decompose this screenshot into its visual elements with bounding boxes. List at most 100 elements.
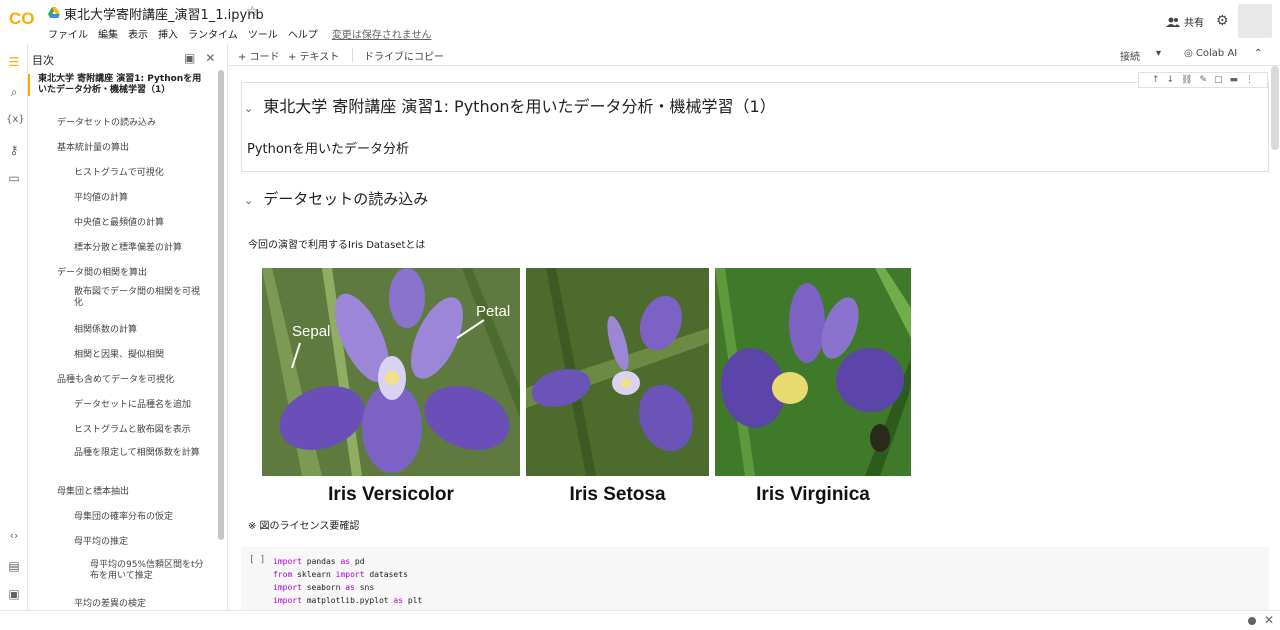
toc-item[interactable]: 基本統計量の算出 xyxy=(57,143,204,154)
move-up-icon[interactable]: ↑ xyxy=(1152,75,1160,85)
code-token: sns xyxy=(354,583,375,592)
code-token: sklearn xyxy=(292,570,336,579)
folder-icon[interactable]: ▭ xyxy=(6,170,22,186)
heading-1[interactable]: ⌄ 東北大学 寄附講座 演習1: Pythonを用いたデータ分析・機械学習（1） xyxy=(244,93,776,117)
label-versicolor: Iris Versicolor xyxy=(328,484,454,505)
colab-logo[interactable]: CO xyxy=(8,8,40,28)
code-line: import seaborn as sns xyxy=(273,581,422,594)
toc-header-actions: ▣ ✕ xyxy=(184,51,215,65)
star-icon[interactable]: ☆ xyxy=(246,4,259,20)
iris-virginica-image xyxy=(715,268,911,476)
heading-1-text: 東北大学 寄附講座 演習1: Pythonを用いたデータ分析・機械学習（1） xyxy=(263,97,776,116)
close-icon[interactable]: ✕ xyxy=(205,51,215,65)
toc-item[interactable]: 母集団の確率分布の仮定 xyxy=(74,512,204,523)
add-code-button[interactable]: + コード xyxy=(238,48,280,63)
toc-item[interactable]: 母平均の95%信頼区間をt分布を用いて推定 xyxy=(90,560,204,582)
top-bar: CO 東北大学寄附講座_演習1_1.ipynb ☆ ファイル 編集 表示 挿入 … xyxy=(0,0,1280,44)
code-keyword: as xyxy=(340,557,351,566)
mirror-icon[interactable]: ▢ xyxy=(1214,75,1223,85)
share-button[interactable]: 共有 xyxy=(1166,14,1204,29)
run-cell-button[interactable]: [ ] xyxy=(249,555,265,565)
heading-2[interactable]: ⌄ データセットの読み込み xyxy=(244,188,428,209)
code-token: pandas xyxy=(301,557,341,566)
code-keyword: import xyxy=(335,570,365,579)
avatar[interactable] xyxy=(1238,4,1272,38)
toc-item[interactable]: 平均値の計算 xyxy=(74,193,204,204)
close-icon[interactable]: ✕ xyxy=(1264,613,1274,627)
command-palette-icon[interactable]: ▤ xyxy=(6,558,22,574)
variables-icon[interactable]: {x} xyxy=(6,112,25,128)
code-keyword: from xyxy=(273,570,293,579)
code-snippets-icon[interactable]: ‹› xyxy=(6,528,22,544)
menu-file[interactable]: ファイル xyxy=(48,26,88,41)
toc-item[interactable]: 相関と因果、擬似相関 xyxy=(74,350,204,361)
sparkle-icon: ◎ xyxy=(1184,48,1196,59)
toc-item[interactable]: ヒストグラムで可視化 xyxy=(74,168,204,179)
collapse-header-icon[interactable]: ⌃ xyxy=(1254,48,1262,59)
colab-ai-button[interactable]: ◎ Colab AI xyxy=(1184,48,1237,59)
toc-item[interactable]: 母集団と標本抽出 xyxy=(57,487,204,498)
toc-item[interactable]: データセットに品種名を追加 xyxy=(74,400,204,411)
copy-to-drive-button[interactable]: ドライブにコピー xyxy=(364,48,444,63)
code-keyword: as xyxy=(393,596,404,605)
code-token: pd xyxy=(350,557,365,566)
connect-dropdown-icon[interactable]: ▾ xyxy=(1156,48,1161,59)
share-label: 共有 xyxy=(1184,18,1204,29)
toc-item[interactable]: データセットの読み込み xyxy=(57,118,204,129)
subheading: Pythonを用いたデータ分析 xyxy=(247,142,410,157)
toc-item[interactable]: 散布図でデータ間の相関を可視化 xyxy=(74,287,204,309)
key-icon[interactable]: ⚷ xyxy=(6,142,22,158)
toc-icon[interactable]: ☰ xyxy=(6,54,22,70)
menu-tools[interactable]: ツール xyxy=(248,26,278,41)
code-line: import matplotlib.pyplot as plt xyxy=(273,594,422,607)
toc-item[interactable]: データ間の相関を算出 xyxy=(57,268,204,279)
open-tab-icon[interactable]: ▣ xyxy=(184,51,195,65)
colab-ai-label: Colab AI xyxy=(1195,48,1238,59)
toc-item[interactable]: 中央値と最頻値の計算 xyxy=(74,218,204,229)
sepal-label: Sepal xyxy=(292,323,330,340)
code-editor[interactable]: import pandas as pd from sklearn import d… xyxy=(273,555,422,607)
toc-item[interactable]: 母平均の推定 xyxy=(74,537,204,548)
code-cell[interactable]: [ ] import pandas as pd from sklearn impo… xyxy=(241,547,1269,613)
code-keyword: import xyxy=(273,557,302,566)
edit-icon[interactable]: ✎ xyxy=(1199,75,1207,85)
menu-insert[interactable]: 挿入 xyxy=(158,26,178,41)
menu-help[interactable]: ヘルプ xyxy=(288,26,318,41)
search-icon[interactable]: ⌕ xyxy=(6,84,22,100)
delete-icon[interactable]: ▬ xyxy=(1230,75,1239,85)
cell-toolbar: ↑ ↓ ⛓ ✎ ▢ ▬ ⋮ xyxy=(1138,72,1268,88)
toc-scrollbar[interactable] xyxy=(218,70,224,540)
toc-item[interactable]: 品種を限定して相関係数を計算 xyxy=(74,448,204,459)
more-icon[interactable]: ⋮ xyxy=(1245,75,1254,85)
collapse-chevron-icon[interactable]: ⌄ xyxy=(244,194,253,207)
connect-button[interactable]: 接続 xyxy=(1120,48,1140,63)
move-down-icon[interactable]: ↓ xyxy=(1166,75,1174,85)
toc-item[interactable]: ヒストグラムと散布図を表示 xyxy=(74,425,204,436)
code-keyword: import xyxy=(273,583,302,592)
toc-item[interactable]: 相関係数の計算 xyxy=(74,325,204,336)
label-setosa: Iris Setosa xyxy=(569,484,666,505)
toc-item[interactable]: 品種も含めてデータを可視化 xyxy=(57,375,204,386)
toc-item[interactable]: 平均の差異の検定 xyxy=(74,599,204,610)
code-line: from sklearn import datasets xyxy=(273,568,422,581)
terminal-icon[interactable]: ▣ xyxy=(6,586,22,602)
gear-icon[interactable]: ⚙ xyxy=(1216,13,1229,29)
toc-item[interactable]: 標本分散と標準偏差の計算 xyxy=(74,243,204,254)
toc-item[interactable]: 東北大学 寄附講座 演習1: Pythonを用いたデータ分析・機械学習（1） xyxy=(28,74,202,96)
unsaved-notice[interactable]: 変更は保存されません xyxy=(332,26,432,41)
drive-icon[interactable] xyxy=(48,7,60,18)
code-token: seaborn xyxy=(301,583,346,592)
link-icon[interactable]: ⛓ xyxy=(1181,75,1192,85)
add-text-button[interactable]: + テキスト xyxy=(288,48,339,63)
iris-versicolor-image: Sepal Petal xyxy=(262,268,520,476)
label-virginica: Iris Virginica xyxy=(756,484,870,505)
notebook-title[interactable]: 東北大学寄附講座_演習1_1.ipynb xyxy=(64,4,264,23)
collapse-chevron-icon[interactable]: ⌄ xyxy=(244,102,253,115)
people-icon xyxy=(1166,17,1180,27)
code-token: datasets xyxy=(364,570,408,579)
main-scrollbar[interactable] xyxy=(1271,66,1279,150)
menu-bar: ファイル 編集 表示 挿入 ランタイム ツール ヘルプ 変更は保存されません xyxy=(48,26,432,41)
menu-runtime[interactable]: ランタイム xyxy=(188,26,238,41)
menu-view[interactable]: 表示 xyxy=(128,26,148,41)
menu-edit[interactable]: 編集 xyxy=(98,26,118,41)
